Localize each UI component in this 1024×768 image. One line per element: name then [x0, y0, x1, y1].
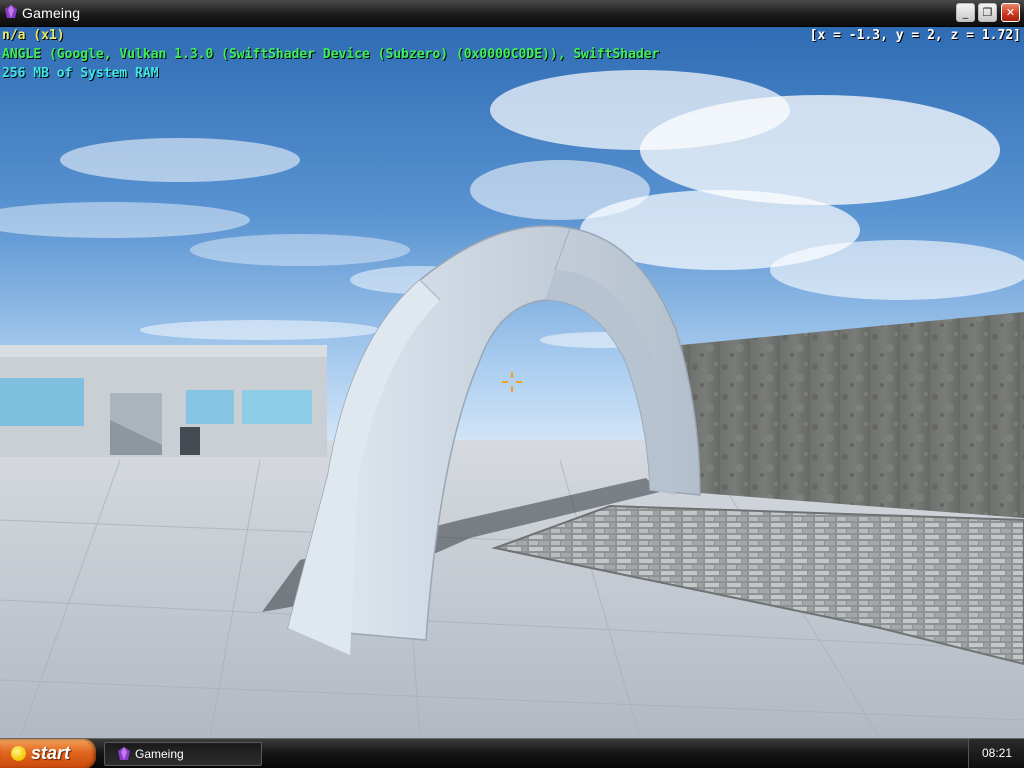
- hud-memory-text: 256 MB of System RAM: [2, 66, 159, 81]
- minimize-button[interactable]: _: [956, 3, 975, 22]
- hud-renderer-text: ANGLE (Google, Vulkan 1.3.0 (SwiftShader…: [2, 47, 660, 62]
- building: [0, 345, 327, 457]
- start-label: start: [31, 743, 71, 763]
- clock[interactable]: 08:21: [969, 746, 1024, 760]
- purple-gem-icon: [5, 5, 17, 18]
- close-button[interactable]: ✕: [1001, 3, 1020, 22]
- window-title-bar[interactable]: Gameing _ ❐ ✕: [0, 0, 1024, 27]
- hud-fps-text: n/a (x1): [2, 28, 65, 43]
- game-viewport[interactable]: n/a (x1) ANGLE (Google, Vulkan 1.3.0 (Sw…: [0, 27, 1024, 738]
- start-button[interactable]: start: [0, 739, 96, 768]
- system-tray: 08:21: [968, 739, 1024, 768]
- concrete-wall: [660, 312, 1024, 518]
- taskbar: start Gameing 08:21: [0, 738, 1024, 768]
- taskbar-item-label: Gameing: [135, 747, 184, 761]
- window-title: Gameing: [22, 5, 81, 21]
- hud-coordinates: [x = -1.3, y = 2, z = 1.72]: [809, 28, 1021, 43]
- maximize-button[interactable]: ❐: [978, 3, 997, 22]
- taskbar-item-gameing[interactable]: Gameing: [104, 742, 262, 766]
- purple-gem-icon: [118, 747, 130, 760]
- smiley-icon: [11, 746, 26, 761]
